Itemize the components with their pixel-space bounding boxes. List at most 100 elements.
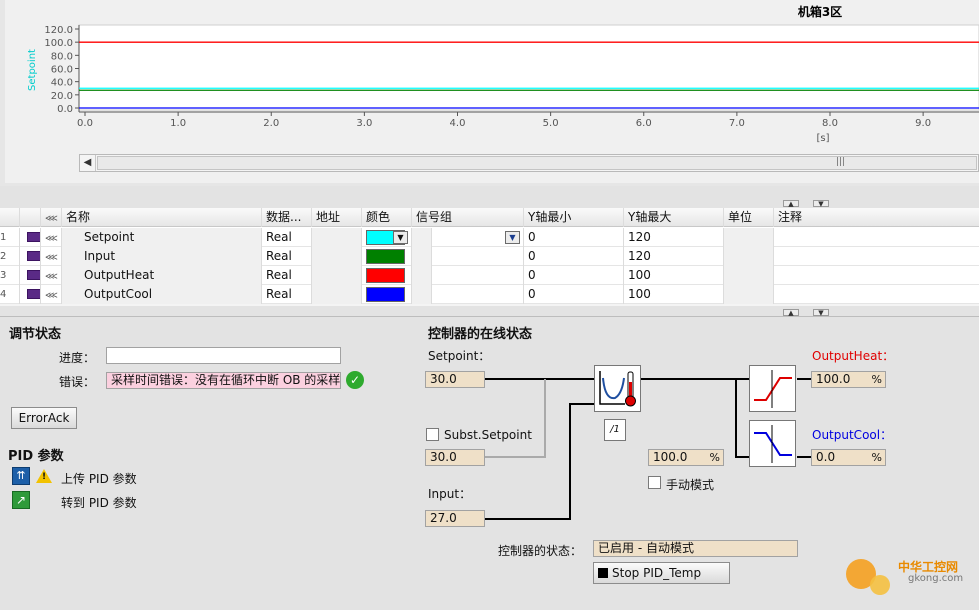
header-comment[interactable]: 注释 (774, 208, 979, 227)
x-tick-label: 3.0 (356, 118, 372, 129)
header-ymin[interactable]: Y轴最小 (524, 208, 624, 227)
collapse-up-icon[interactable]: ▲ (783, 309, 799, 317)
input-value-field: 27.0 (425, 510, 485, 527)
color-cell[interactable] (362, 266, 412, 285)
trend-icon[interactable] (27, 251, 40, 261)
table-row[interactable]: 1 ⋘ Setpoint Real ▼ ▼ 0 120 (0, 228, 979, 247)
y-min[interactable]: 0 (524, 285, 624, 304)
header-address[interactable]: 地址 (312, 208, 362, 227)
color-cell[interactable] (362, 285, 412, 304)
row-number: 1 (0, 228, 20, 247)
header-datatype[interactable]: 数据... (262, 208, 312, 227)
pid-controller-block (594, 365, 641, 412)
splitter-top[interactable]: ▲ ▼ (0, 200, 979, 208)
header-signal-group[interactable]: 信号组 (412, 208, 524, 227)
y-tick-label: 60.0 (51, 65, 73, 76)
config-cell[interactable]: ⋘ (41, 228, 62, 247)
trend-visibility-cell[interactable] (20, 266, 41, 285)
header-ymax[interactable]: Y轴最大 (624, 208, 724, 227)
stop-pid-button[interactable]: Stop PID_Temp (593, 562, 730, 584)
color-cell[interactable] (362, 247, 412, 266)
color-swatch[interactable] (366, 287, 405, 302)
setpoint-label: Setpoint： (428, 349, 491, 363)
signal-name[interactable]: Input (62, 247, 262, 266)
scroll-left-button[interactable]: ◀ (80, 155, 96, 171)
comment-cell[interactable] (774, 266, 979, 285)
table-row[interactable]: 2 ⋘ Input Real 0 120 (0, 247, 979, 266)
config-cell[interactable]: ⋘ (41, 266, 62, 285)
x-tick-label: 6.0 (636, 118, 652, 129)
scroll-thumb[interactable]: ||| (97, 156, 977, 170)
wire-subst-setpoint (485, 379, 546, 458)
manual-value-field[interactable]: 100.0 % (648, 449, 724, 466)
subst-setpoint-label: Subst.Setpoint (444, 428, 532, 442)
signal-table: ⋘ 名称 数据... 地址 颜色 信号组 Y轴最小 Y轴最大 单位 注释 1 ⋘ S… (0, 208, 979, 306)
signal-name[interactable]: OutputCool (62, 285, 262, 304)
watermark-url: gkong.com (908, 573, 964, 584)
table-row[interactable]: 4 ⋘ OutputCool Real 0 100 (0, 285, 979, 304)
trend-chart[interactable]: 120.0 100.0 80.0 60.0 40.0 20.0 0.0 0.0 1.0 2.0 3.… (5, 0, 979, 150)
subst-setpoint-field[interactable]: 30.0 (425, 449, 485, 466)
signal-name[interactable]: OutputHeat (62, 266, 262, 285)
trend-icon[interactable] (27, 232, 40, 242)
y-tick-label: 100.0 (44, 38, 73, 49)
trend-icon[interactable] (27, 270, 40, 280)
collapse-up-icon[interactable]: ▲ (783, 200, 799, 208)
tune-mode-icon[interactable]: /1 (604, 419, 626, 441)
color-swatch[interactable] (366, 249, 405, 264)
output-heat-value: 100.0 (816, 372, 851, 386)
setpoint-value-field[interactable]: 30.0 (425, 371, 485, 388)
signal-group-dropdown-icon[interactable]: ▼ (505, 231, 520, 244)
plot-area[interactable] (78, 24, 979, 111)
signal-name[interactable]: Setpoint (62, 228, 262, 247)
trend-visibility-cell[interactable] (20, 285, 41, 304)
scroll-grip-icon: ||| (836, 157, 846, 167)
collapse-down-icon[interactable]: ▼ (813, 200, 829, 208)
comment-cell[interactable] (774, 228, 979, 247)
x-axis-label: [s] (816, 133, 829, 144)
manual-mode-checkbox[interactable] (648, 476, 661, 489)
comment-cell[interactable] (774, 247, 979, 266)
signal-group-cell[interactable]: ▼ (412, 228, 524, 247)
row-number: 3 (0, 266, 20, 285)
header-unit[interactable]: 单位 (724, 208, 774, 227)
collapse-down-icon[interactable]: ▼ (813, 309, 829, 317)
config-icon[interactable]: ⋘ (45, 253, 58, 263)
data-type: Real (262, 266, 312, 285)
header-color[interactable]: 颜色 (362, 208, 412, 227)
y-max[interactable]: 100 (624, 266, 724, 285)
data-type: Real (262, 247, 312, 266)
config-cell[interactable]: ⋘ (41, 285, 62, 304)
y-max[interactable]: 120 (624, 247, 724, 266)
y-min[interactable]: 0 (524, 228, 624, 247)
output-cool-unit: % (871, 451, 882, 464)
header-name[interactable]: 名称 (62, 208, 262, 227)
y-min[interactable]: 0 (524, 266, 624, 285)
signal-group-cell[interactable] (412, 247, 524, 266)
chart-title: 机箱3区 (798, 4, 842, 19)
y-min[interactable]: 0 (524, 247, 624, 266)
signal-group-cell[interactable] (412, 285, 524, 304)
color-cell[interactable]: ▼ (362, 228, 412, 247)
controller-state-label: 控制器的状态： (498, 544, 583, 558)
chart-horizontal-scrollbar[interactable]: ◀ ||| (79, 154, 979, 172)
subst-setpoint-checkbox[interactable] (426, 428, 439, 441)
y-tick-label: 120.0 (44, 25, 73, 36)
y-tick-label: 20.0 (51, 91, 73, 102)
y-max[interactable]: 120 (624, 228, 724, 247)
config-icon[interactable]: ⋘ (45, 234, 58, 244)
trend-visibility-cell[interactable] (20, 247, 41, 266)
color-dropdown-icon[interactable]: ▼ (393, 231, 408, 244)
table-row[interactable]: 3 ⋘ OutputHeat Real 0 100 (0, 266, 979, 285)
color-swatch[interactable] (366, 268, 405, 283)
x-tick-label: 2.0 (263, 118, 279, 129)
config-cell[interactable]: ⋘ (41, 247, 62, 266)
splitter-bottom[interactable]: ▲ ▼ (0, 306, 979, 317)
signal-group-cell[interactable] (412, 266, 524, 285)
config-icon[interactable]: ⋘ (45, 272, 58, 282)
config-icon[interactable]: ⋘ (45, 291, 58, 301)
trend-icon[interactable] (27, 289, 40, 299)
comment-cell[interactable] (774, 285, 979, 304)
y-max[interactable]: 100 (624, 285, 724, 304)
trend-visibility-cell[interactable] (20, 228, 41, 247)
